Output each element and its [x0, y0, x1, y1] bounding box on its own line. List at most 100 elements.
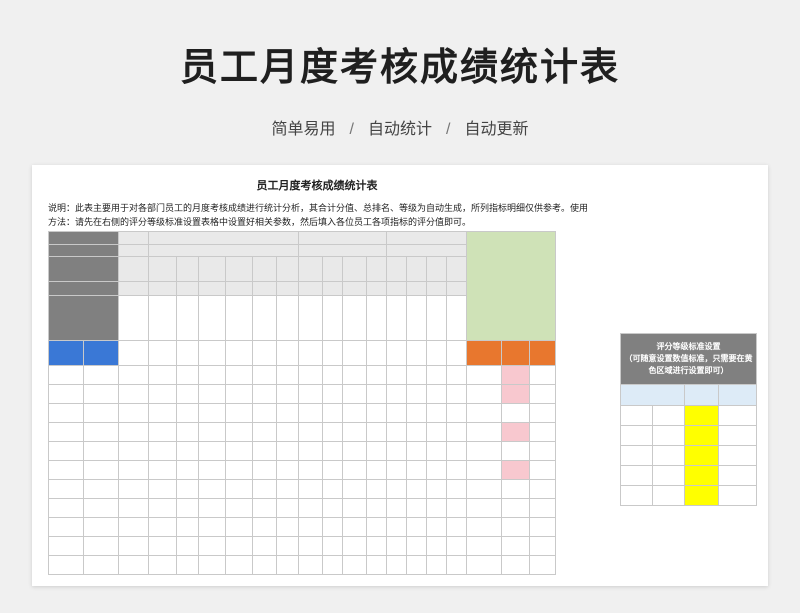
score-cell[interactable]	[252, 460, 277, 480]
department-cell[interactable]	[83, 441, 119, 461]
score-cell[interactable]	[406, 555, 427, 575]
score-cell[interactable]	[298, 517, 323, 537]
score-cell[interactable]	[176, 403, 199, 423]
score-cell[interactable]	[386, 460, 407, 480]
score-cell[interactable]	[276, 479, 299, 499]
score-cell[interactable]	[176, 555, 199, 575]
score-cell[interactable]	[446, 498, 467, 518]
score-cell[interactable]	[446, 555, 467, 575]
score-cell[interactable]	[366, 498, 387, 518]
score-cell[interactable]	[446, 365, 467, 385]
score-cell[interactable]	[176, 498, 199, 518]
score-cell[interactable]	[342, 403, 367, 423]
score-cell[interactable]	[386, 422, 407, 442]
score-cell[interactable]	[176, 422, 199, 442]
score-cell[interactable]	[386, 555, 407, 575]
score-cell[interactable]	[386, 403, 407, 423]
score-cell[interactable]	[176, 365, 199, 385]
score-cell[interactable]	[446, 422, 467, 442]
score-cell[interactable]	[252, 498, 277, 518]
score-cell[interactable]	[225, 365, 253, 385]
score-cell[interactable]	[148, 536, 177, 556]
score-cell[interactable]	[298, 536, 323, 556]
score-cell[interactable]	[198, 517, 226, 537]
score-cell[interactable]	[198, 384, 226, 404]
employee-name[interactable]	[48, 555, 84, 575]
score-cell[interactable]	[198, 460, 226, 480]
score-cell[interactable]	[322, 441, 343, 461]
score-cell[interactable]	[366, 555, 387, 575]
score-cell[interactable]	[252, 517, 277, 537]
score-cell[interactable]	[406, 403, 427, 423]
score-cell[interactable]	[426, 422, 447, 442]
score-cell[interactable]	[176, 460, 199, 480]
score-cell[interactable]	[198, 403, 226, 423]
score-cell[interactable]	[225, 422, 253, 442]
score-cell[interactable]	[276, 498, 299, 518]
score-cell[interactable]	[406, 422, 427, 442]
score-cell[interactable]	[276, 365, 299, 385]
score-cell[interactable]	[386, 441, 407, 461]
score-cell[interactable]	[176, 517, 199, 537]
score-cell[interactable]	[406, 498, 427, 518]
score-cell[interactable]	[276, 384, 299, 404]
score-cell[interactable]	[148, 365, 177, 385]
score-cell[interactable]	[366, 536, 387, 556]
score-cell[interactable]	[386, 498, 407, 518]
score-cell[interactable]	[298, 422, 323, 442]
score-cell[interactable]	[406, 441, 427, 461]
score-cell[interactable]	[342, 479, 367, 499]
score-cell[interactable]	[386, 536, 407, 556]
score-cell[interactable]	[366, 422, 387, 442]
score-cell[interactable]	[426, 498, 447, 518]
employee-name[interactable]	[48, 460, 84, 480]
employee-name[interactable]	[48, 536, 84, 556]
score-cell[interactable]	[252, 441, 277, 461]
score-cell[interactable]	[298, 498, 323, 518]
score-cell[interactable]	[298, 403, 323, 423]
score-cell[interactable]	[176, 384, 199, 404]
score-cell[interactable]	[225, 441, 253, 461]
score-cell[interactable]	[446, 536, 467, 556]
score-cell[interactable]	[426, 517, 447, 537]
standard-value-input[interactable]	[684, 425, 719, 446]
score-cell[interactable]	[322, 403, 343, 423]
score-cell[interactable]	[276, 441, 299, 461]
score-cell[interactable]	[176, 536, 199, 556]
score-cell[interactable]	[426, 403, 447, 423]
score-cell[interactable]	[298, 384, 323, 404]
score-cell[interactable]	[225, 384, 253, 404]
score-cell[interactable]	[426, 384, 447, 404]
score-cell[interactable]	[298, 460, 323, 480]
department-cell[interactable]	[83, 536, 119, 556]
department-cell[interactable]	[83, 422, 119, 442]
score-cell[interactable]	[225, 536, 253, 556]
employee-name[interactable]	[48, 441, 84, 461]
score-cell[interactable]	[252, 365, 277, 385]
department-cell[interactable]	[83, 460, 119, 480]
score-cell[interactable]	[366, 403, 387, 423]
score-cell[interactable]	[198, 498, 226, 518]
employee-name[interactable]	[48, 422, 84, 442]
score-cell[interactable]	[148, 479, 177, 499]
score-cell[interactable]	[118, 517, 149, 537]
score-cell[interactable]	[366, 479, 387, 499]
score-cell[interactable]	[225, 498, 253, 518]
score-cell[interactable]	[322, 384, 343, 404]
score-cell[interactable]	[366, 441, 387, 461]
score-cell[interactable]	[406, 517, 427, 537]
score-cell[interactable]	[276, 460, 299, 480]
score-cell[interactable]	[198, 422, 226, 442]
score-cell[interactable]	[298, 441, 323, 461]
score-cell[interactable]	[342, 555, 367, 575]
score-cell[interactable]	[386, 517, 407, 537]
score-cell[interactable]	[426, 365, 447, 385]
score-cell[interactable]	[252, 403, 277, 423]
score-cell[interactable]	[322, 479, 343, 499]
employee-name[interactable]	[48, 403, 84, 423]
standard-value-input[interactable]	[684, 485, 719, 506]
score-cell[interactable]	[406, 479, 427, 499]
department-cell[interactable]	[83, 555, 119, 575]
score-cell[interactable]	[342, 441, 367, 461]
score-cell[interactable]	[386, 479, 407, 499]
